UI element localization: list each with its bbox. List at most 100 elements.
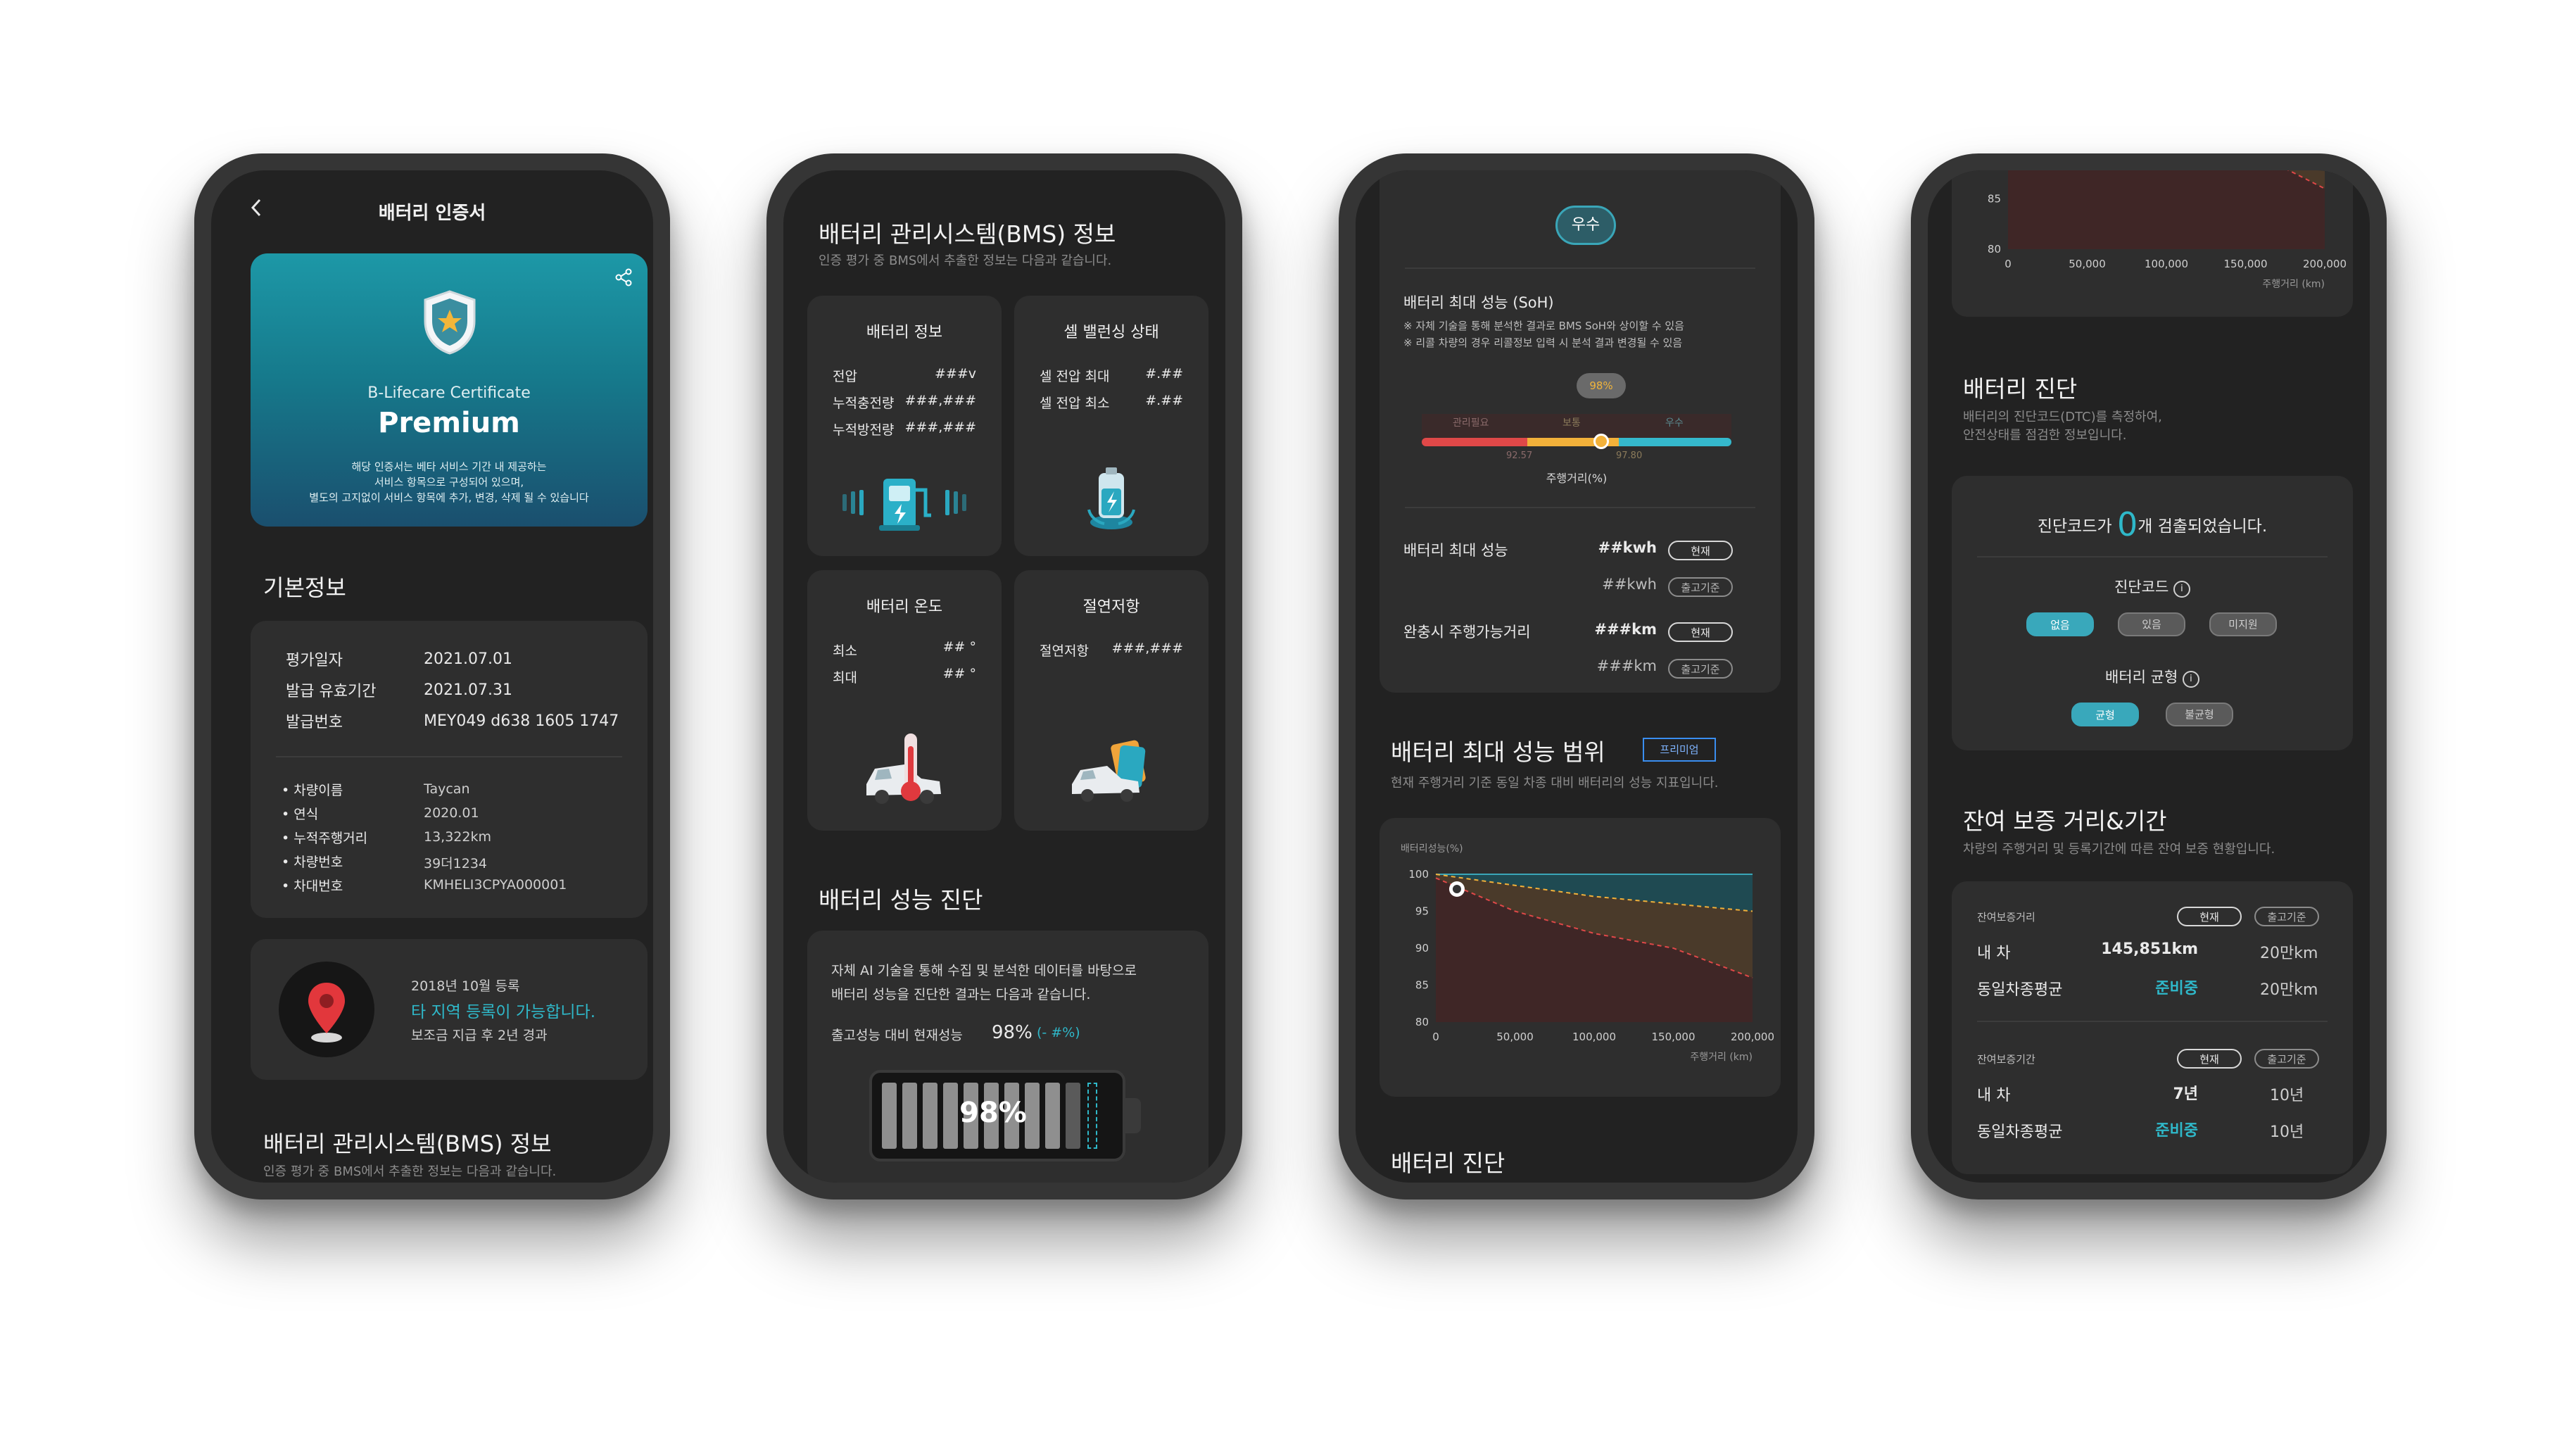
temp-key-0: 최소 xyxy=(833,643,857,659)
y-tick-label: 80 xyxy=(1415,1016,1429,1028)
card-title: 셀 밸런싱 상태 xyxy=(1063,324,1159,341)
vehicle-val-2: 13,322km xyxy=(424,829,491,845)
vehicle-val-1: 2020.01 xyxy=(424,805,479,821)
balance-option-unbalanced[interactable]: 불균형 xyxy=(2166,703,2233,726)
x-axis-label: 주행거리 (km) xyxy=(1690,1052,1753,1063)
max-perf-factory: ##kwh xyxy=(1602,576,1657,593)
warranty-key: 내 차 xyxy=(1977,945,2011,962)
diag-desc-1: 자체 AI 기술을 통해 수집 및 분석한 데이터를 바탕으로 xyxy=(831,963,1137,978)
info-key-0: 전압 xyxy=(833,369,857,384)
info-icon[interactable]: i xyxy=(2182,671,2199,688)
performance-card: 자체 AI 기술을 통해 수집 및 분석한 데이터를 바탕으로 배터리 성능을 … xyxy=(807,931,1208,1183)
dtc-count: 0 xyxy=(2116,505,2138,543)
cell-key-1: 셀 전압 최소 xyxy=(1040,396,1110,411)
warranty-factory: 10년 xyxy=(2270,1123,2304,1141)
cell-val-0: #.## xyxy=(1145,366,1183,382)
pill-factory[interactable]: 출고기준 xyxy=(1668,659,1733,679)
ins-val-0: ###,### xyxy=(1111,641,1183,656)
bms-title: 배터리 관리시스템(BMS) 정보 xyxy=(819,220,1116,248)
warranty-now: 준비중 xyxy=(2155,980,2198,997)
dtc-option-unsupported[interactable]: 미지원 xyxy=(2209,612,2277,636)
performance-diagnosis-title: 배터리 성능 진단 xyxy=(819,886,983,914)
balance-option-balanced[interactable]: 균형 xyxy=(2071,703,2139,726)
vehicle-val-3: 39더1234 xyxy=(424,856,488,871)
pill-current[interactable]: 현재 xyxy=(1668,541,1733,560)
basic-info-card: 평가일자 2021.07.01 발급 유효기간 2021.07.31 발급번호 … xyxy=(251,621,648,918)
vehicle-key-1: • 연식 xyxy=(282,807,319,822)
x-tick-label: 150,000 xyxy=(2223,258,2267,270)
perf-label: 출고성능 대비 현재성능 xyxy=(831,1028,963,1043)
region-card: 2018년 10월 등록 타 지역 등록이 가능합니다. 보조금 지급 후 2년… xyxy=(251,939,648,1080)
x-axis-label: 주행거리 (km) xyxy=(2262,279,2325,290)
max-perf-label: 배터리 최대 성능 xyxy=(1403,542,1508,559)
range-factory: ###km xyxy=(1596,657,1657,674)
insulation-card: 절연저항 절연저항 ###,### xyxy=(1014,570,1208,831)
temp-val-0: ## ° xyxy=(942,639,976,655)
x-tick-label: 50,000 xyxy=(2069,258,2106,270)
pill-current[interactable]: 현재 xyxy=(1668,622,1733,642)
phone-mockup-bms: 배터리 관리시스템(BMS) 정보 인증 평가 중 BMS에서 추출한 정보는 … xyxy=(766,153,1242,1199)
pill-factory[interactable]: 출고기준 xyxy=(2254,907,2319,926)
warranty-period-label: 잔여보증기간 xyxy=(1977,1053,2035,1066)
temp-key-1: 최대 xyxy=(833,670,857,686)
gauge-segment-label-0: 관리필요 xyxy=(1453,417,1489,429)
cert-desc-2: 서비스 항목으로 구성되어 있으며, xyxy=(374,476,524,489)
gauge-tick-1: 97.80 xyxy=(1616,451,1643,461)
warranty-card: 잔여보증거리 현재 출고기준 내 차 145,851km 20만km 동일차종평… xyxy=(1952,881,2353,1174)
gauge-segment-label-2: 우수 xyxy=(1665,417,1684,429)
x-tick-label: 50,000 xyxy=(1496,1031,1534,1043)
basic-info-title: 기본정보 xyxy=(263,574,346,601)
perf-value: 98% xyxy=(992,1022,1033,1043)
pill-current[interactable]: 현재 xyxy=(2177,1049,2242,1069)
warranty-title: 잔여 보증 거리&기간 xyxy=(1963,807,2167,835)
battery-level-graphic: 98% xyxy=(869,1070,1145,1161)
cert-grade: Premium xyxy=(378,407,520,439)
y-tick-label: 90 xyxy=(1415,942,1429,955)
vehicle-val-4: KMHELI3CPYA000001 xyxy=(424,877,567,893)
battery-info-card: 배터리 정보 전압 ###v 누적충전량 ###,### 누적방전량 ###,#… xyxy=(807,296,1002,556)
cert-desc-1: 해당 인증서는 베타 서비스 기간 내 제공하는 xyxy=(351,460,547,473)
range-now: ###km xyxy=(1594,621,1657,638)
warranty-key: 내 차 xyxy=(1977,1087,2011,1104)
pill-factory[interactable]: 출고기준 xyxy=(2254,1049,2319,1069)
warranty-key: 동일차종평균 xyxy=(1977,981,2063,999)
range-title: 배터리 최대 성능 범위 xyxy=(1391,738,1605,766)
pill-current[interactable]: 현재 xyxy=(2177,907,2242,926)
range-label: 완충시 주행가능거리 xyxy=(1403,624,1531,641)
dtc-option-none[interactable]: 없음 xyxy=(2026,612,2094,636)
basic-key-1: 발급 유효기간 xyxy=(286,683,377,700)
share-icon[interactable] xyxy=(614,267,633,287)
performance-range-chart: 100 95 90 85 800 50,000 100,000 150,000 200,000 주… xyxy=(1401,843,1774,1063)
location-pin-icon xyxy=(279,962,374,1057)
vehicle-key-4: • 차대번호 xyxy=(282,878,343,894)
warranty-distance-label: 잔여보증거리 xyxy=(1977,911,2035,924)
info-icon[interactable]: i xyxy=(2173,581,2190,598)
x-tick-label: 0 xyxy=(2004,258,2012,270)
y-tick-label: 80 xyxy=(1988,243,2001,256)
soh-card: 우수 배터리 최대 성능 (SoH) ※ 자체 기술을 통해 분석한 결과로 B… xyxy=(1379,170,1781,693)
header-title: 배터리 인증서 xyxy=(378,203,486,224)
warranty-now: 7년 xyxy=(2173,1085,2198,1103)
warranty-factory: 20만km xyxy=(2260,945,2318,962)
screen-soh: 우수 배터리 최대 성능 (SoH) ※ 자체 기술을 통해 분석한 결과로 B… xyxy=(1356,170,1798,1183)
screen-diagnosis: 908580050,000100,000150,000200,000주행거리 (… xyxy=(1928,170,2370,1183)
phone-mockup-diagnosis: 908580050,000100,000150,000200,000주행거리 (… xyxy=(1911,153,2387,1199)
info-key-1: 누적충전량 xyxy=(833,396,895,411)
dtc-option-exists[interactable]: 있음 xyxy=(2118,612,2185,636)
info-val-0: ###v xyxy=(934,366,976,382)
region-line-1: 2018년 10월 등록 xyxy=(411,978,520,994)
info-val-1: ###,### xyxy=(904,393,976,408)
bms-subtitle: 인증 평가 중 BMS에서 추출한 정보는 다음과 같습니다. xyxy=(819,253,1112,268)
basic-key-0: 평가일자 xyxy=(286,652,343,669)
card-title: 절연저항 xyxy=(1082,598,1140,616)
dtc-summary: 진단코드가 0개 검출되었습니다. xyxy=(1952,505,2353,543)
max-perf-now: ##kwh xyxy=(1598,539,1657,556)
y-tick-label: 85 xyxy=(1988,192,2001,205)
certificate-card: B-Lifecare Certificate Premium 해당 인증서는 베… xyxy=(251,253,648,527)
x-tick-label: 200,000 xyxy=(2303,258,2347,270)
card-title: 배터리 온도 xyxy=(866,598,943,616)
basic-key-2: 발급번호 xyxy=(286,714,343,731)
phone-mockup-soh: 우수 배터리 최대 성능 (SoH) ※ 자체 기술을 통해 분석한 결과로 B… xyxy=(1339,153,1814,1199)
pill-factory[interactable]: 출고기준 xyxy=(1668,577,1733,597)
warranty-now: 145,851km xyxy=(2101,940,2198,958)
